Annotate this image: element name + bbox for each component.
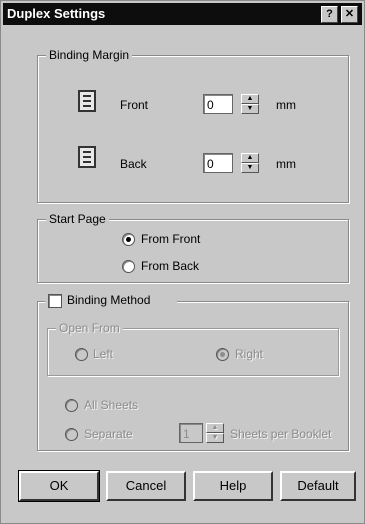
spin-up-icon[interactable]: ▲ (241, 94, 259, 104)
duplex-settings-dialog: Duplex Settings ? ✕ Binding Margin Front… (0, 0, 365, 524)
front-unit: mm (276, 98, 296, 112)
front-label: Front (120, 98, 149, 112)
open-left-radio[interactable] (75, 348, 88, 361)
close-button[interactable]: ✕ (341, 6, 358, 23)
title-bar: Duplex Settings ? ✕ (3, 3, 362, 25)
back-unit: mm (276, 157, 296, 171)
back-label: Back (120, 157, 147, 171)
separate-radio[interactable] (65, 428, 78, 441)
binding-method-header: Binding Method (45, 293, 177, 309)
open-from-legend: Open From (56, 321, 123, 335)
help-button[interactable]: Help (193, 471, 273, 501)
start-page-legend: Start Page (46, 212, 109, 226)
sheets-per-booklet-input[interactable]: 1 (179, 423, 203, 443)
cancel-button[interactable]: Cancel (106, 471, 186, 501)
front-margin-input[interactable]: 0 (203, 94, 233, 114)
binding-margin-group: Binding Margin (37, 48, 349, 203)
open-from-group: Open From (47, 321, 339, 376)
open-right-radio[interactable] (216, 348, 229, 361)
back-margin-spinner[interactable]: ▲ ▼ (241, 153, 259, 173)
all-sheets-label[interactable]: All Sheets (84, 398, 138, 412)
back-page-icon (78, 146, 96, 168)
from-back-radio[interactable] (122, 260, 135, 273)
sheets-per-booklet-spinner[interactable]: ▲ ▼ (206, 423, 224, 443)
all-sheets-radio[interactable] (65, 399, 78, 412)
default-button[interactable]: Default (280, 471, 356, 501)
spin-down-icon[interactable]: ▼ (241, 104, 259, 114)
spin-up-icon[interactable]: ▲ (206, 423, 224, 433)
start-page-group: Start Page (37, 212, 349, 283)
from-front-label[interactable]: From Front (141, 232, 200, 246)
back-margin-input[interactable]: 0 (203, 153, 233, 173)
binding-margin-legend: Binding Margin (46, 48, 133, 62)
spin-down-icon[interactable]: ▼ (241, 163, 259, 173)
binding-method-label[interactable]: Binding Method (67, 293, 150, 307)
binding-method-checkbox[interactable] (48, 294, 62, 308)
open-right-label[interactable]: Right (235, 347, 263, 361)
front-page-icon (78, 90, 96, 112)
from-front-radio[interactable] (122, 233, 135, 246)
ok-button[interactable]: OK (18, 470, 100, 502)
from-back-label[interactable]: From Back (141, 259, 199, 273)
help-title-button[interactable]: ? (321, 6, 338, 23)
sheets-per-booklet-label: Sheets per Booklet (230, 427, 332, 441)
spin-up-icon[interactable]: ▲ (241, 153, 259, 163)
separate-label[interactable]: Separate (84, 427, 133, 441)
open-left-label[interactable]: Left (93, 347, 113, 361)
spin-down-icon[interactable]: ▼ (206, 433, 224, 443)
dialog-title: Duplex Settings (7, 6, 106, 21)
front-margin-spinner[interactable]: ▲ ▼ (241, 94, 259, 114)
